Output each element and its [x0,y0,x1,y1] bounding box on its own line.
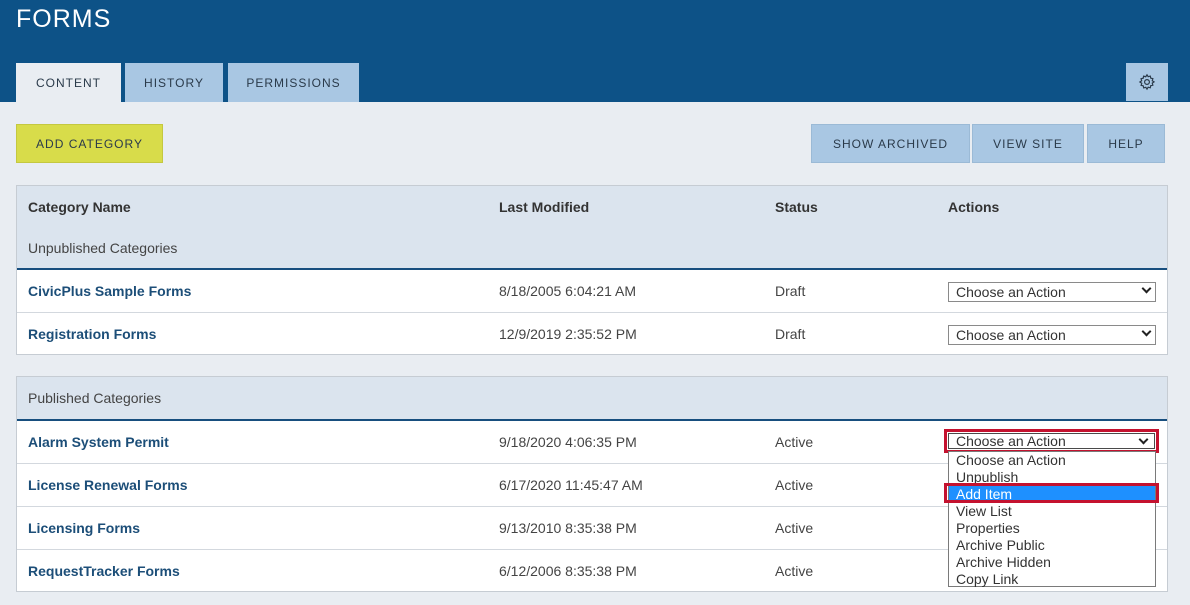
status: Draft [775,326,806,342]
table-row: CivicPlus Sample Forms 8/18/2005 6:04:21… [17,270,1167,313]
last-modified: 6/12/2006 8:35:38 PM [499,563,637,579]
option-add-item[interactable]: Add Item [949,486,1155,503]
column-header-modified: Last Modified [499,199,590,215]
add-category-label: ADD CATEGORY [36,136,143,151]
action-dropdown-list: Choose an Action Unpublish Add Item View… [948,451,1156,587]
page-title: FORMS [16,5,112,33]
published-group-label: Published Categories [28,390,162,406]
action-select-open[interactable]: Choose an Action [944,429,1159,453]
chevron-down-icon [1138,434,1149,445]
action-select-value: Choose an Action [956,284,1066,300]
view-site-button[interactable]: VIEW SITE [972,124,1084,163]
show-archived-label: SHOW ARCHIVED [832,136,948,151]
action-select-value: Choose an Action [956,433,1066,449]
chevron-down-icon [1141,326,1152,337]
status: Draft [775,283,806,299]
action-select[interactable]: Choose an Action [948,282,1156,302]
show-archived-button[interactable]: SHOW ARCHIVED [811,124,970,163]
status: Active [775,434,814,450]
option-view-list[interactable]: View List [949,503,1155,520]
status: Active [775,520,814,536]
action-select[interactable]: Choose an Action [948,325,1156,345]
table-header: Category Name Last Modified Status Actio… [17,186,1167,270]
option-properties[interactable]: Properties [949,520,1155,537]
action-select-box[interactable]: Choose an Action [948,433,1155,449]
tab-content[interactable]: CONTENT [16,63,121,102]
tab-history[interactable]: HISTORY [125,63,223,102]
option-choose-action[interactable]: Choose an Action [949,452,1155,469]
category-name-link[interactable]: License Renewal Forms [28,477,188,493]
tab-content-label: CONTENT [36,75,101,90]
option-unpublish[interactable]: Unpublish [949,469,1155,486]
column-header-status: Status [775,199,818,215]
tab-permissions-label: PERMISSIONS [246,75,341,90]
view-site-label: VIEW SITE [993,136,1063,151]
category-name-link[interactable]: Registration Forms [28,326,156,342]
category-name-link[interactable]: Licensing Forms [28,520,140,536]
category-name-link[interactable]: RequestTracker Forms [28,563,180,579]
last-modified: 8/18/2005 6:04:21 AM [499,283,636,299]
chevron-down-icon [1141,283,1152,294]
last-modified: 9/18/2020 4:06:35 PM [499,434,637,450]
last-modified: 6/17/2020 11:45:47 AM [499,477,643,493]
last-modified: 12/9/2019 2:35:52 PM [499,326,637,342]
option-copy-link[interactable]: Copy Link [949,571,1155,588]
status: Active [775,563,814,579]
page-header: FORMS CONTENT HISTORY PERMISSIONS [0,0,1190,102]
add-category-button[interactable]: ADD CATEGORY [16,124,163,163]
last-modified: 9/13/2010 8:35:38 PM [499,520,637,536]
tab-permissions[interactable]: PERMISSIONS [228,63,359,102]
column-header-actions: Actions [948,199,1000,215]
published-group-header: Published Categories [17,377,1167,421]
column-header-category: Category Name [28,199,131,215]
status: Active [775,477,814,493]
action-select-value: Choose an Action [956,327,1066,343]
category-name-link[interactable]: Alarm System Permit [28,434,169,450]
help-label: HELP [1108,136,1144,151]
unpublished-group-label: Unpublished Categories [28,240,178,256]
table-row: Registration Forms 12/9/2019 2:35:52 PM … [17,313,1167,356]
settings-button[interactable] [1126,63,1168,101]
option-archive-hidden[interactable]: Archive Hidden [949,554,1155,571]
unpublished-table: Category Name Last Modified Status Actio… [16,185,1168,355]
tab-history-label: HISTORY [144,75,204,90]
category-name-link[interactable]: CivicPlus Sample Forms [28,283,191,299]
option-archive-public[interactable]: Archive Public [949,537,1155,554]
help-button[interactable]: HELP [1087,124,1165,163]
gear-icon [1138,73,1156,91]
